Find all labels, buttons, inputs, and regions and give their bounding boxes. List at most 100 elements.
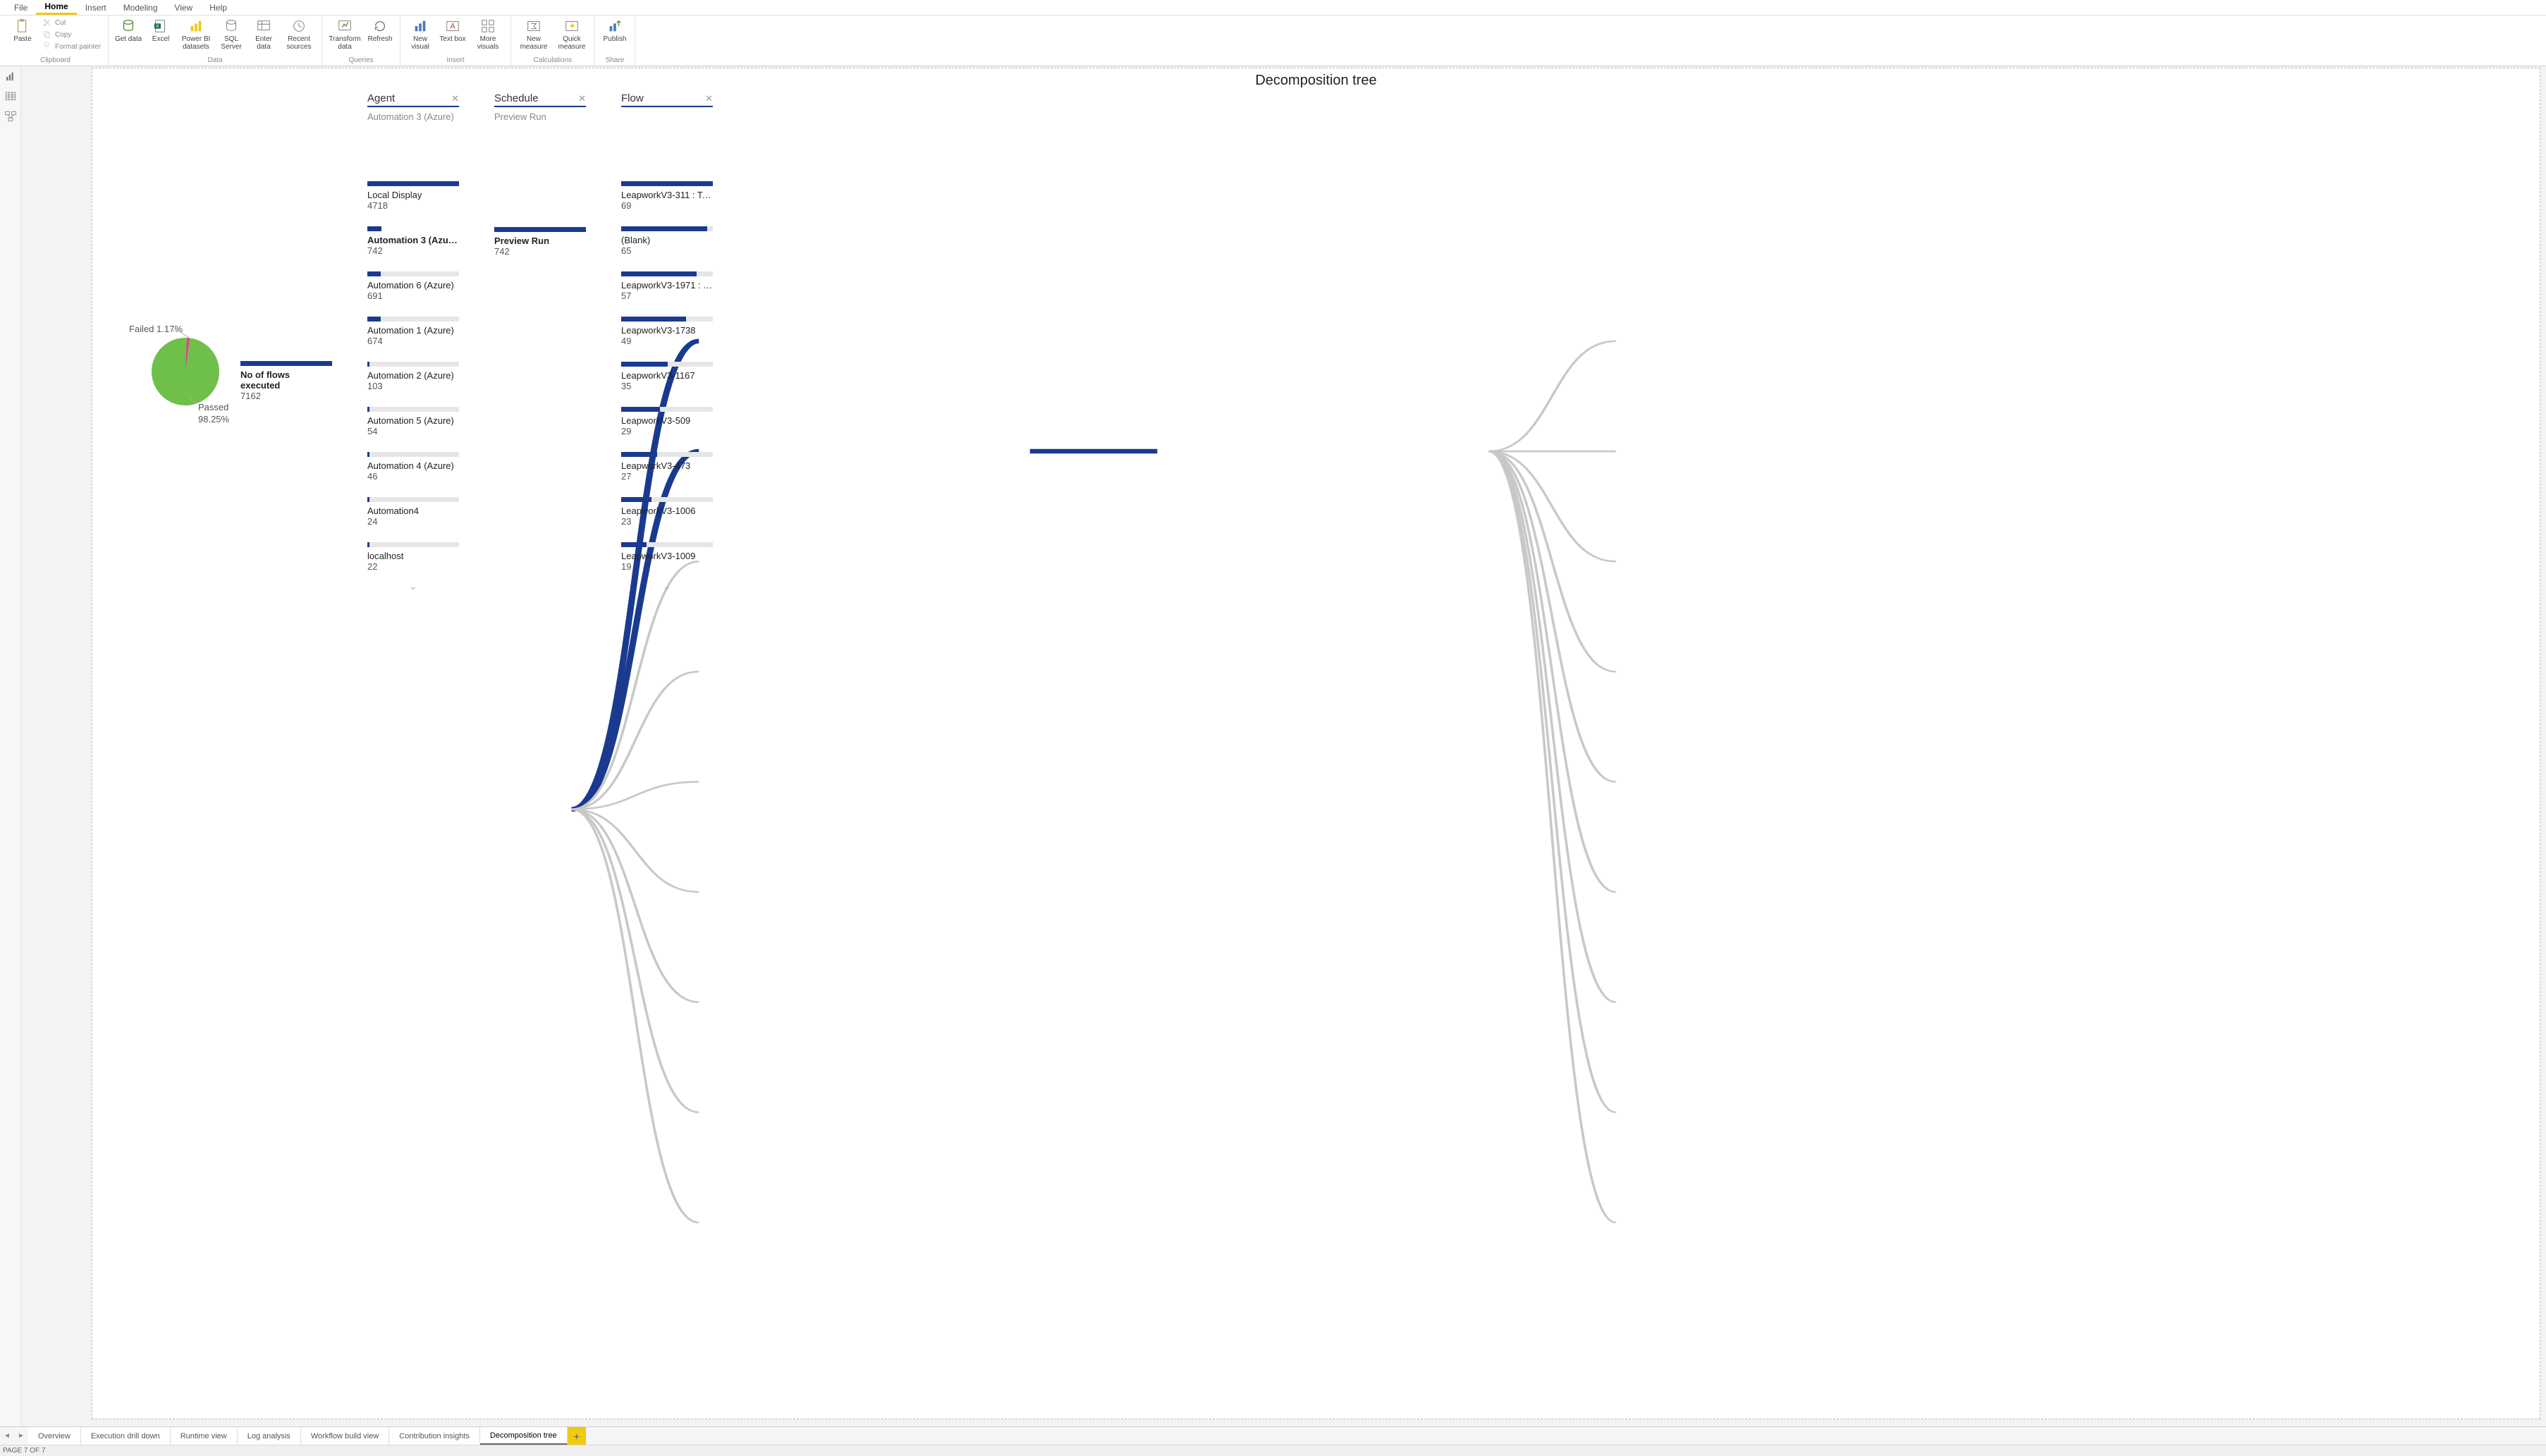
page-tab[interactable]: Decomposition tree [480,1427,568,1445]
data-view-icon[interactable] [4,90,17,103]
text-box-button[interactable]: AText box [437,17,468,44]
new-measure-icon [526,18,541,34]
page-tab[interactable]: Contribution insights [389,1427,480,1445]
menu-modeling[interactable]: Modeling [115,1,166,14]
decomp-node[interactable]: LeapworkV3-47327 [621,452,713,482]
leader-line-icon [171,327,192,340]
publish-button[interactable]: Publish [599,17,630,44]
ribbon-group-insert: New visual AText box More visuals Insert [400,16,511,66]
add-page-button[interactable]: + [568,1427,586,1445]
decomp-node[interactable]: LeapworkV3-173849 [621,317,713,346]
tabs-prev-button[interactable]: ◄ [0,1427,14,1445]
decomp-bar-fill [367,181,459,186]
decomp-header-agent[interactable]: Agent ✕ [367,90,459,107]
report-view-icon[interactable] [4,71,17,83]
decomp-bar-track [621,317,713,322]
tabs-next-button[interactable]: ► [14,1427,28,1445]
decomp-node[interactable]: LeapworkV3-100623 [621,497,713,527]
decomp-bar-track [367,362,459,367]
menu-home[interactable]: Home [36,0,76,15]
pie-chart-icon [150,336,221,407]
decomp-node[interactable]: Automation 3 (Azure)742 [367,226,459,256]
decomp-bar-track [494,227,586,232]
close-icon[interactable]: ✕ [705,93,713,104]
cut-button[interactable]: Cut [39,17,104,28]
refresh-button[interactable]: Refresh [365,17,396,44]
page-tabs: ◄ ► OverviewExecution drill downRuntime … [0,1426,2546,1445]
decomp-node[interactable]: LeapworkV3-116735 [621,362,713,391]
decomp-node-value: 691 [367,290,459,301]
copy-button[interactable]: Copy [39,29,104,40]
decomp-node-value: 103 [367,381,459,391]
new-measure-button[interactable]: New measure [515,17,552,52]
decomp-node-title: Automation 2 (Azure) [367,370,459,381]
decomp-header-schedule-sub: Preview Run [494,111,586,122]
page-tab[interactable]: Overview [28,1427,81,1445]
page-tab[interactable]: Workflow build view [301,1427,389,1445]
excel-button[interactable]: XExcel [145,17,176,44]
decomp-node[interactable]: Local Display4718 [367,181,459,211]
get-data-button[interactable]: Get data [113,17,144,44]
decomp-root-node[interactable]: No of flows executed 7162 [240,361,332,401]
model-view-icon[interactable] [4,110,17,123]
decomp-node[interactable]: Automation 2 (Azure)103 [367,362,459,391]
menu-bar: File Home Insert Modeling View Help [0,0,2546,16]
ribbon-group-label: Data [113,56,317,66]
enter-data-icon [256,18,271,34]
close-icon[interactable]: ✕ [451,93,459,104]
decomp-node[interactable]: LeapworkV3-1971 : To...57 [621,271,713,301]
enter-data-button[interactable]: Enter data [248,17,279,52]
decomp-bar-fill [367,226,381,231]
chevron-down-icon[interactable]: ⌄ [367,580,459,592]
decomp-node-title: LeapworkV3-1167 [621,370,713,381]
page-tab[interactable]: Execution drill down [81,1427,171,1445]
decomp-node-value: 4718 [367,200,459,211]
decomp-node[interactable]: Automation 4 (Azure)46 [367,452,459,482]
ribbon-group-label: Queries [326,56,396,66]
chevron-down-icon[interactable]: ⌄ [621,580,713,592]
decomp-node[interactable]: LeapworkV3-311 : Tok...69 [621,181,713,211]
transform-data-button[interactable]: Transform data [326,17,363,52]
sql-server-button[interactable]: SQL Server [216,17,247,52]
menu-help[interactable]: Help [201,1,235,14]
decomp-node-value: 65 [621,245,713,256]
decomposition-tree-visual[interactable]: Agent ✕ Automation 3 (Azure) Schedule ✕ … [240,90,2533,1412]
new-visual-button[interactable]: New visual [405,17,436,52]
page-tab[interactable]: Runtime view [171,1427,238,1445]
close-icon[interactable]: ✕ [578,93,586,104]
decomp-header-schedule[interactable]: Schedule ✕ [494,90,586,107]
more-visuals-button[interactable]: More visuals [470,17,506,52]
ribbon-group-calculations: New measure Quick measure Calculations [511,16,595,66]
decomp-node-value: 27 [621,471,713,482]
decomp-bar-fill [367,362,369,367]
decomp-connectors [240,90,2533,1412]
decomp-node[interactable]: Preview Run742 [494,227,586,257]
menu-insert[interactable]: Insert [77,1,115,14]
decomp-node[interactable]: Automation424 [367,497,459,527]
decomp-header-flow[interactable]: Flow ✕ [621,90,713,107]
report-canvas[interactable]: Decomposition tree Failed 1.17% Passed 9… [21,66,2546,1426]
quick-measure-button[interactable]: Quick measure [553,17,590,52]
decomp-node[interactable]: Automation 5 (Azure)54 [367,407,459,436]
decomp-node[interactable]: LeapworkV3-50929 [621,407,713,436]
decomp-node-value: 742 [367,245,459,256]
decomp-node-value: 49 [621,336,713,346]
decomp-bar-fill [367,542,369,547]
menu-file[interactable]: File [6,1,36,14]
menu-view[interactable]: View [166,1,201,14]
paste-button[interactable]: Paste [7,17,38,44]
pbi-datasets-button[interactable]: Power BI datasets [178,17,214,52]
decomp-node-title: Automation 6 (Azure) [367,280,459,290]
ribbon-group-queries: Transform data Refresh Queries [322,16,400,66]
decomp-node[interactable]: Automation 6 (Azure)691 [367,271,459,301]
decomp-node-title: Automation 3 (Azure) [367,235,459,245]
format-painter-button[interactable]: Format painter [39,41,104,52]
decomp-node[interactable]: Automation 1 (Azure)674 [367,317,459,346]
recent-sources-button[interactable]: Recent sources [281,17,317,52]
decomp-node[interactable]: (Blank)65 [621,226,713,256]
decomp-bar-fill [621,317,686,322]
decomp-node[interactable]: localhost22 [367,542,459,572]
page-tab[interactable]: Log analysis [238,1427,301,1445]
decomp-node[interactable]: LeapworkV3-100919 [621,542,713,572]
format-painter-icon [42,42,52,51]
